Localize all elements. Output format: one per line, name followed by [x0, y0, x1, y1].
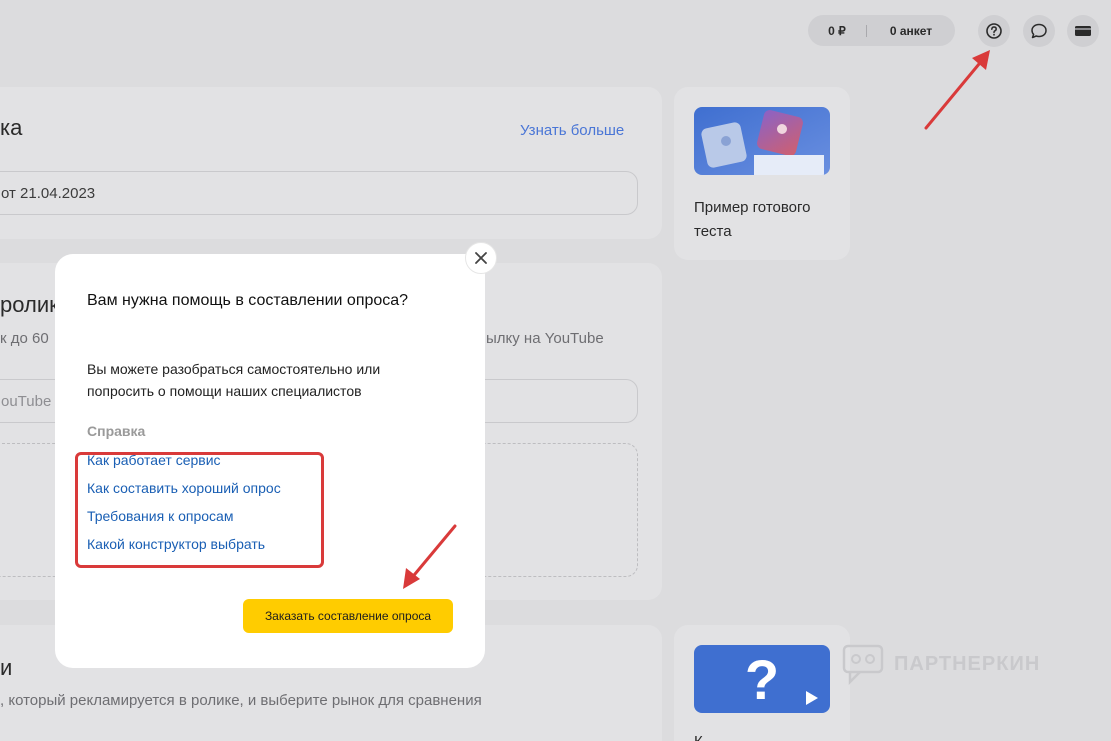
arrow-to-order-button: [403, 524, 457, 589]
arrow-to-help-icon: [924, 50, 990, 130]
annotation-arrows: [403, 50, 990, 589]
